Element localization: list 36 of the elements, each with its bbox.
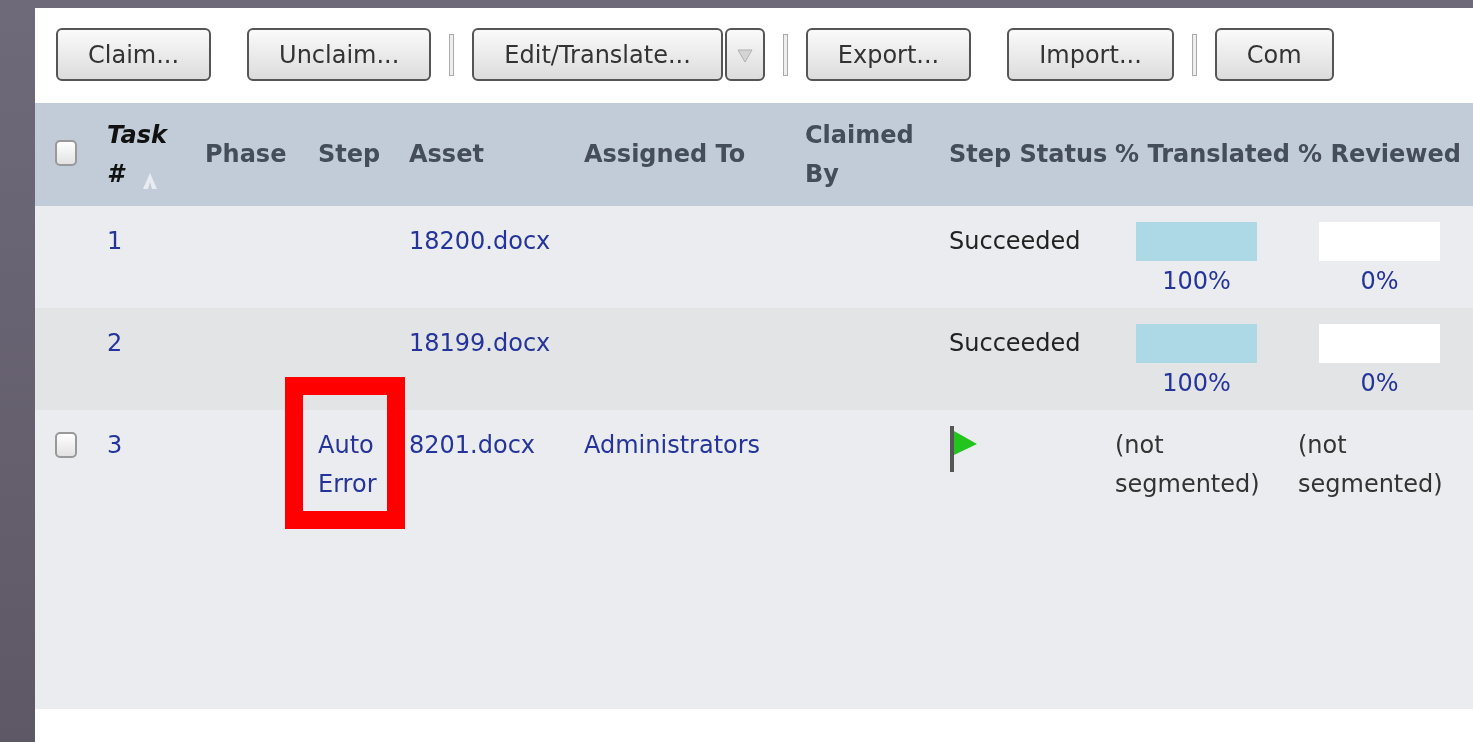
select-all-checkbox[interactable]: [55, 139, 77, 166]
column-header[interactable]: % Reviewed: [1298, 135, 1461, 174]
column-header[interactable]: Step: [318, 135, 381, 174]
percent-text: 0%: [1359, 266, 1400, 297]
toolbar-button[interactable]: Edit/Translate...: [472, 28, 723, 81]
toolbar-button[interactable]: Import...: [1007, 28, 1174, 81]
column-header[interactable]: Task #: [107, 115, 177, 194]
progress-text: (not segmented): [1115, 430, 1261, 500]
percent-text: 0%: [1359, 368, 1400, 399]
asset-link[interactable]: 18199.docx: [409, 324, 551, 363]
percent-text: 100%: [1161, 266, 1232, 297]
column-header[interactable]: Assigned To: [584, 135, 746, 174]
assignee-link[interactable]: Administrators: [584, 426, 761, 465]
task-link[interactable]: 3: [107, 426, 123, 465]
column-header[interactable]: Asset: [409, 135, 484, 174]
column-header[interactable]: Claimed By: [805, 115, 942, 194]
task-link[interactable]: 1: [107, 222, 123, 261]
row-checkbox[interactable]: [55, 432, 77, 458]
column-header[interactable]: Phase: [205, 135, 287, 174]
dropdown-button[interactable]: [724, 28, 765, 81]
status-text: Succeeded: [949, 328, 1081, 359]
percent-text: 100%: [1161, 368, 1232, 399]
flag-icon: [949, 426, 979, 472]
toolbar-button[interactable]: Export...: [805, 28, 972, 81]
progress-text: (not segmented): [1298, 430, 1444, 500]
column-header[interactable]: % Translated: [1115, 135, 1290, 174]
toolbar-button[interactable]: Com: [1214, 28, 1334, 81]
asset-link[interactable]: 8201.docx: [409, 426, 536, 465]
status-text: Succeeded: [949, 226, 1081, 257]
toolbar-button[interactable]: Unclaim...: [247, 28, 432, 81]
caret-icon: [736, 48, 753, 63]
toolbar-button[interactable]: Claim...: [56, 28, 212, 81]
task-link[interactable]: 2: [107, 324, 123, 363]
step-link[interactable]: Auto Error: [318, 426, 402, 504]
column-header[interactable]: Step Status: [949, 135, 1108, 174]
asset-link[interactable]: 18200.docx: [409, 222, 551, 261]
